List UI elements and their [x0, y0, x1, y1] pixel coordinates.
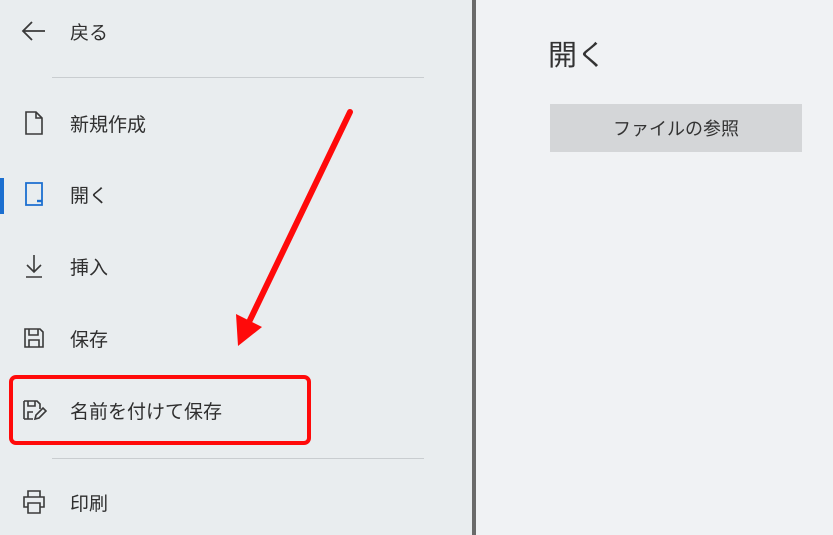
sidebar-item-print[interactable]: 印刷	[0, 474, 472, 530]
browse-files-button[interactable]: ファイルの参照	[550, 104, 802, 152]
main-pane: 開く ファイルの参照	[476, 0, 833, 535]
sidebar-item-label: 新規作成	[70, 113, 147, 136]
back-arrow-icon	[21, 18, 47, 44]
divider	[52, 458, 424, 459]
new-document-icon	[21, 110, 47, 136]
back-label: 戻る	[70, 21, 109, 44]
annotation-highlight-box	[9, 375, 311, 445]
sidebar-item-label: 保存	[70, 328, 109, 351]
app-window: 戻る 新規作成 開く 挿入 保存 名前を付けて保存 印刷 開く ファイルの参照	[0, 0, 833, 535]
sidebar-item-insert[interactable]: 挿入	[0, 238, 472, 294]
open-icon	[21, 181, 47, 207]
sidebar-item-label: 開く	[70, 184, 109, 207]
sidebar-item-label: 印刷	[70, 492, 109, 515]
insert-icon	[21, 253, 47, 279]
sidebar-item-open[interactable]: 開く	[0, 166, 472, 222]
save-icon	[21, 325, 47, 351]
sidebar-item-new[interactable]: 新規作成	[0, 95, 472, 151]
page-title: 開く	[548, 38, 607, 72]
sidebar-item-label: 挿入	[70, 256, 109, 279]
back-button[interactable]: 戻る	[0, 3, 472, 59]
backstage-sidebar: 戻る 新規作成 開く 挿入 保存 名前を付けて保存 印刷	[0, 0, 472, 535]
divider	[52, 77, 424, 78]
sidebar-item-save[interactable]: 保存	[0, 310, 472, 366]
print-icon	[21, 489, 47, 515]
